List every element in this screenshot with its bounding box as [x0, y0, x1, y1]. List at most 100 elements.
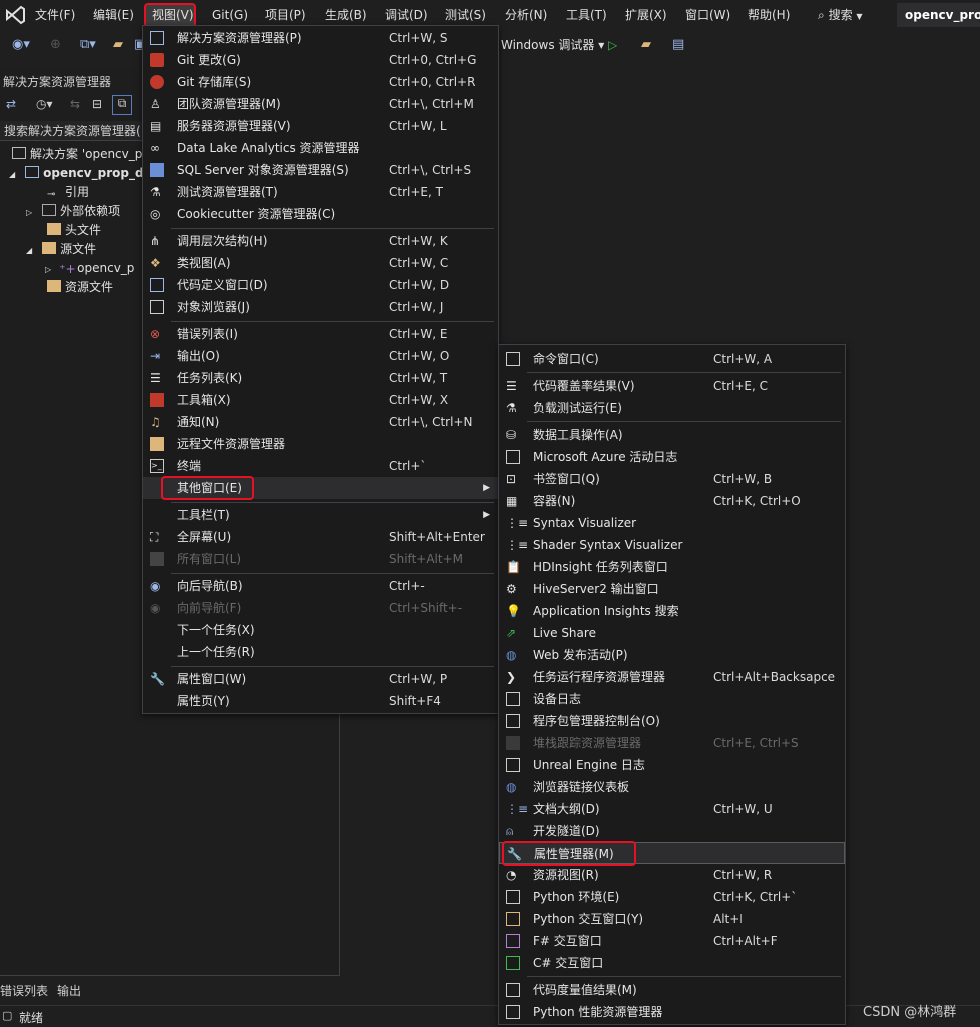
- menu-item-shortcut: Ctrl+W, R: [713, 868, 773, 882]
- submenu-item-command-window[interactable]: 命令窗口(C) Ctrl+W, A: [499, 348, 845, 370]
- show-all-files-icon[interactable]: ⧉: [112, 95, 132, 115]
- menu-item-property-pages[interactable]: 属性页(Y) Shift+F4: [143, 690, 498, 712]
- menu-item-previous-task[interactable]: 上一个任务(R): [143, 641, 498, 663]
- tree-header-files[interactable]: 头文件: [47, 221, 101, 239]
- menu-item-properties-window[interactable]: 🔧 属性窗口(W) Ctrl+W, P: [143, 668, 498, 690]
- submenu-item-web-publish[interactable]: ◍ Web 发布活动(P): [499, 644, 845, 666]
- submenu-item-dev-tunnels[interactable]: ⍝ 开发隧道(D): [499, 820, 845, 842]
- menu-debug[interactable]: 调试(D): [385, 6, 428, 26]
- submenu-item-unreal-log[interactable]: Unreal Engine 日志: [499, 754, 845, 776]
- project-title-tab[interactable]: opencv_prop: [897, 3, 980, 27]
- solution-search-input[interactable]: 搜索解决方案资源管理器(: [0, 121, 145, 141]
- submenu-item-package-console[interactable]: 程序包管理器控制台(O): [499, 710, 845, 732]
- submenu-item-syntax-visualizer[interactable]: ⋮≡ Syntax Visualizer: [499, 512, 845, 534]
- tree-project[interactable]: ◢ opencv_prop_d: [9, 164, 144, 182]
- menu-build[interactable]: 生成(B): [325, 6, 367, 26]
- submenu-item-csharp-interactive[interactable]: C# 交互窗口: [499, 952, 845, 974]
- submenu-item-containers[interactable]: ▦ 容器(N) Ctrl+K, Ctrl+O: [499, 490, 845, 512]
- menu-item-class-view[interactable]: ❖ 类视图(A) Ctrl+W, C: [143, 252, 498, 274]
- submenu-item-browser-link[interactable]: ◍ 浏览器链接仪表板: [499, 776, 845, 798]
- menu-test[interactable]: 测试(S): [445, 6, 486, 26]
- debugger-dropdown[interactable]: Windows 调试器 ▾ ▷: [501, 36, 617, 53]
- folder-icon[interactable]: ▰: [641, 37, 651, 52]
- new-project-icon[interactable]: ⧉▾: [80, 37, 96, 52]
- submenu-item-app-insights[interactable]: 💡 Application Insights 搜索: [499, 600, 845, 622]
- menu-help[interactable]: 帮助(H): [748, 6, 790, 26]
- menu-extensions[interactable]: 扩展(X): [625, 6, 667, 26]
- menu-item-full-screen[interactable]: ⛶ 全屏幕(U) Shift+Alt+Enter: [143, 526, 498, 548]
- tree-solution[interactable]: 解决方案 'opencv_p: [12, 145, 142, 163]
- menu-item-label: 程序包管理器控制台(O): [533, 714, 660, 728]
- submenu-item-hdinsight[interactable]: 📋 HDInsight 任务列表窗口: [499, 556, 845, 578]
- navigate-back-icon[interactable]: ◉▾: [12, 37, 30, 52]
- submenu-item-shader-syntax[interactable]: ⋮≡ Shader Syntax Visualizer: [499, 534, 845, 556]
- submenu-item-python-interactive[interactable]: Python 交互窗口(Y) Alt+I: [499, 908, 845, 930]
- submenu-item-python-env[interactable]: Python 环境(E) Ctrl+K, Ctrl+`: [499, 886, 845, 908]
- menu-item-toolbars[interactable]: 工具栏(T) ▶: [143, 504, 498, 526]
- window-layout-icon[interactable]: ▤: [672, 37, 684, 52]
- submenu-item-bookmarks[interactable]: ⊡ 书签窗口(Q) Ctrl+W, B: [499, 468, 845, 490]
- menu-item-git-repository[interactable]: Git 存储库(S) Ctrl+0, Ctrl+R: [143, 71, 498, 93]
- submenu-item-code-coverage[interactable]: ☰ 代码覆盖率结果(V) Ctrl+E, C: [499, 375, 845, 397]
- menu-window[interactable]: 窗口(W): [685, 6, 730, 26]
- tree-resource-files[interactable]: 资源文件: [47, 278, 113, 296]
- submenu-item-device-log[interactable]: 设备日志: [499, 688, 845, 710]
- sync-icon[interactable]: ⇄: [6, 97, 16, 111]
- menu-item-notifications[interactable]: ♫ 通知(N) Ctrl+\, Ctrl+N: [143, 411, 498, 433]
- menu-git[interactable]: Git(G): [212, 6, 248, 26]
- menu-analyze[interactable]: 分析(N): [505, 6, 547, 26]
- submenu-item-hiveserver[interactable]: ⚙ HiveServer2 输出窗口: [499, 578, 845, 600]
- menu-item-code-definition[interactable]: 代码定义窗口(D) Ctrl+W, D: [143, 274, 498, 296]
- tab-error-list[interactable]: 错误列表: [0, 982, 48, 999]
- menu-item-next-task[interactable]: 下一个任务(X): [143, 619, 498, 641]
- submenu-item-code-metrics[interactable]: 代码度量值结果(M): [499, 979, 845, 1001]
- menu-item-cookiecutter[interactable]: ◎ Cookiecutter 资源管理器(C): [143, 203, 498, 225]
- submenu-item-data-tools[interactable]: ⛁ 数据工具操作(A): [499, 424, 845, 446]
- submenu-item-azure-log[interactable]: Microsoft Azure 活动日志: [499, 446, 845, 468]
- collapse-all-icon[interactable]: ⊟: [92, 97, 102, 111]
- submenu-item-live-share[interactable]: ⇗ Live Share: [499, 622, 845, 644]
- open-folder-icon[interactable]: ▰: [113, 37, 123, 52]
- menu-item-error-list[interactable]: ⊗ 错误列表(I) Ctrl+W, E: [143, 323, 498, 345]
- menu-item-remote-files[interactable]: 远程文件资源管理器: [143, 433, 498, 455]
- tree-external-deps[interactable]: ▷ 外部依赖项: [26, 202, 120, 220]
- tree-references[interactable]: ⊸ 引用: [47, 183, 89, 201]
- menu-view[interactable]: 视图(V): [152, 6, 194, 26]
- history-icon[interactable]: ◷▾: [36, 97, 53, 111]
- menu-item-data-lake[interactable]: ∞ Data Lake Analytics 资源管理器: [143, 137, 498, 159]
- tree-source-cpp[interactable]: ▷ ⁺+ opencv_p: [45, 259, 134, 277]
- menu-item-label: Data Lake Analytics 资源管理器: [177, 141, 360, 155]
- submenu-item-fsharp-interactive[interactable]: F# 交互窗口 Ctrl+Alt+F: [499, 930, 845, 952]
- menu-item-solution-explorer[interactable]: 解决方案资源管理器(P) Ctrl+W, S: [143, 27, 498, 49]
- menu-project[interactable]: 项目(P): [265, 6, 306, 26]
- menu-item-sql-server[interactable]: SQL Server 对象资源管理器(S) Ctrl+\, Ctrl+S: [143, 159, 498, 181]
- menu-item-navigate-backward[interactable]: ◉ 向后导航(B) Ctrl+-: [143, 575, 498, 597]
- menu-tools[interactable]: 工具(T): [566, 6, 607, 26]
- submenu-item-document-outline[interactable]: ⋮≡ 文档大纲(D) Ctrl+W, U: [499, 798, 845, 820]
- menu-file[interactable]: 文件(F): [35, 6, 75, 26]
- menu-item-task-list[interactable]: ☰ 任务列表(K) Ctrl+W, T: [143, 367, 498, 389]
- menu-item-test-explorer[interactable]: ⚗ 测试资源管理器(T) Ctrl+E, T: [143, 181, 498, 203]
- menu-item-server-explorer[interactable]: ▤ 服务器资源管理器(V) Ctrl+W, L: [143, 115, 498, 137]
- tab-output[interactable]: 输出: [57, 982, 81, 999]
- menu-item-team-explorer[interactable]: ♙ 团队资源管理器(M) Ctrl+\, Ctrl+M: [143, 93, 498, 115]
- submenu-item-task-runner[interactable]: ❯ 任务运行程序资源管理器 Ctrl+Alt+Backsapce: [499, 666, 845, 688]
- submenu-item-python-perf[interactable]: Python 性能资源管理器: [499, 1001, 845, 1023]
- switch-views-icon[interactable]: ⇆: [70, 97, 80, 111]
- menu-edit[interactable]: 编辑(E): [93, 6, 134, 26]
- search-box[interactable]: ⌕ 搜索 ▼: [818, 6, 863, 23]
- submenu-item-load-test[interactable]: ⚗ 负载测试运行(E): [499, 397, 845, 419]
- menu-item-toolbox[interactable]: 工具箱(X) Ctrl+W, X: [143, 389, 498, 411]
- submenu-item-resource-view[interactable]: ◔ 资源视图(R) Ctrl+W, R: [499, 864, 845, 886]
- menu-item-terminal[interactable]: >_ 终端 Ctrl+`: [143, 455, 498, 477]
- tree-source-files[interactable]: ◢ 源文件: [26, 240, 96, 258]
- menu-item-call-hierarchy[interactable]: ⋔ 调用层次结构(H) Ctrl+W, K: [143, 230, 498, 252]
- menu-item-object-browser[interactable]: 对象浏览器(J) Ctrl+W, J: [143, 296, 498, 318]
- menu-item-label: 堆栈跟踪资源管理器: [533, 736, 642, 750]
- menu-item-navigate-forward[interactable]: ◉ 向前导航(F) Ctrl+Shift+-: [143, 597, 498, 619]
- submenu-item-stack-trace[interactable]: 堆栈跟踪资源管理器 Ctrl+E, Ctrl+S: [499, 732, 845, 754]
- navigate-forward-icon[interactable]: ⊕: [50, 37, 61, 52]
- menu-item-git-changes[interactable]: Git 更改(G) Ctrl+0, Ctrl+G: [143, 49, 498, 71]
- menu-item-all-windows[interactable]: 所有窗口(L) Shift+Alt+M: [143, 548, 498, 570]
- menu-item-output[interactable]: ⇥ 输出(O) Ctrl+W, O: [143, 345, 498, 367]
